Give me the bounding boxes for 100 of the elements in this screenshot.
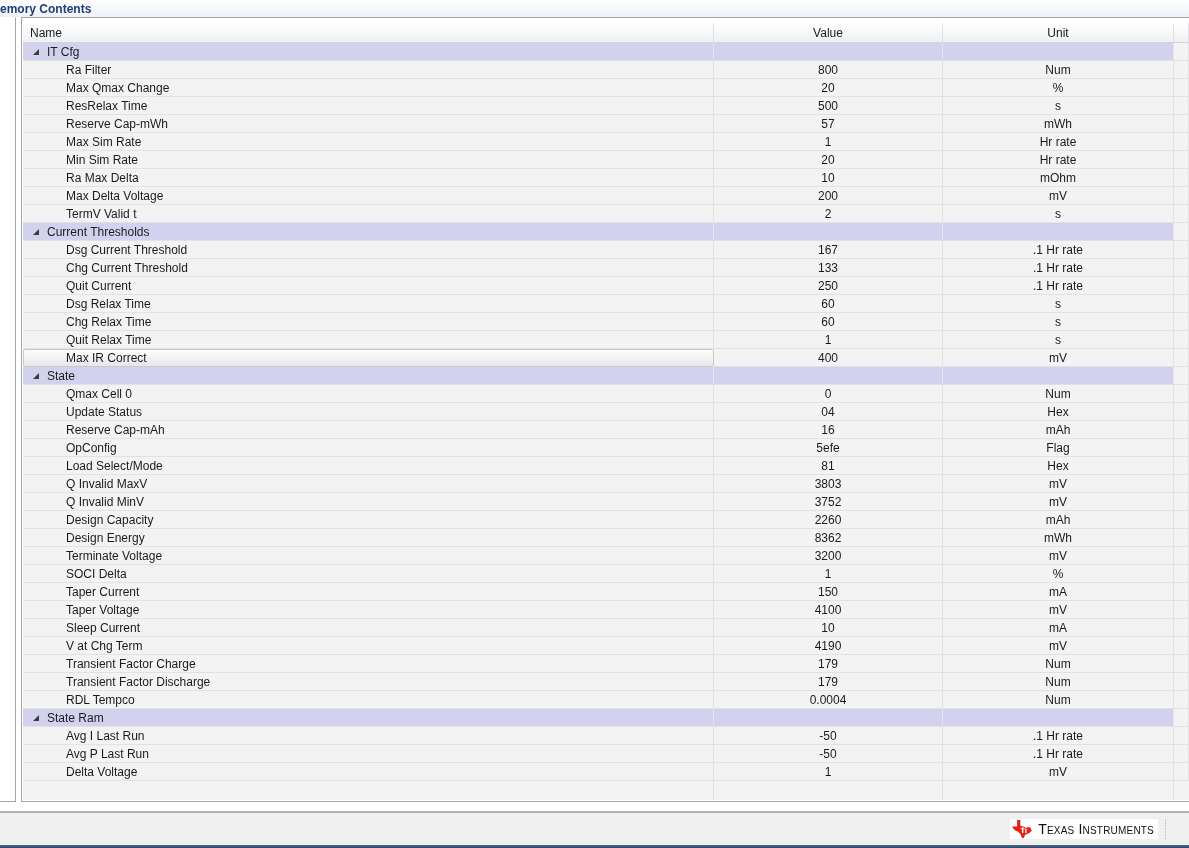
expand-triangle-icon[interactable]: [33, 228, 39, 235]
value-cell[interactable]: 1: [714, 763, 943, 781]
parameter-name-cell[interactable]: Taper Current: [23, 583, 714, 601]
parameter-name-cell[interactable]: ResRelax Time: [23, 97, 714, 115]
value-cell[interactable]: 5efe: [714, 439, 943, 457]
parameter-name-cell[interactable]: Min Sim Rate: [23, 151, 714, 169]
value-cell[interactable]: 133: [714, 259, 943, 277]
value-cell[interactable]: 8362: [714, 529, 943, 547]
column-header[interactable]: Unit: [943, 23, 1174, 42]
value-cell[interactable]: 3752: [714, 493, 943, 511]
value-cell[interactable]: 57: [714, 115, 943, 133]
parameter-name-cell[interactable]: Avg P Last Run: [23, 745, 714, 763]
value-cell[interactable]: 200: [714, 187, 943, 205]
unit-cell: mAh: [943, 421, 1174, 439]
parameter-name-cell[interactable]: Update Status: [23, 403, 714, 421]
table-cell: [1174, 205, 1189, 223]
group-header-cell[interactable]: State Ram: [23, 709, 714, 727]
value-cell[interactable]: 60: [714, 295, 943, 313]
column-header[interactable]: Value: [714, 23, 943, 42]
table-cell: [1174, 349, 1189, 367]
group-label: IT Cfg: [47, 44, 80, 59]
value-cell[interactable]: 04: [714, 403, 943, 421]
parameter-name-cell[interactable]: OpConfig: [23, 439, 714, 457]
parameter-name-cell[interactable]: Chg Relax Time: [23, 313, 714, 331]
value-cell[interactable]: 20: [714, 151, 943, 169]
unit-cell: s: [943, 313, 1174, 331]
parameter-name-cell[interactable]: Taper Voltage: [23, 601, 714, 619]
parameter-name-cell[interactable]: Chg Current Threshold: [23, 259, 714, 277]
value-cell[interactable]: 16: [714, 421, 943, 439]
value-cell[interactable]: 10: [714, 169, 943, 187]
parameter-name-cell[interactable]: Design Energy: [23, 529, 714, 547]
parameter-name-cell[interactable]: Dsg Relax Time: [23, 295, 714, 313]
table-cell: [1174, 367, 1189, 385]
value-cell[interactable]: 4190: [714, 637, 943, 655]
value-cell[interactable]: 1: [714, 565, 943, 583]
parameter-name-cell[interactable]: Delta Voltage: [23, 763, 714, 781]
unit-cell: .1 Hr rate: [943, 241, 1174, 259]
value-cell[interactable]: 20: [714, 79, 943, 97]
unit-cell: .1 Hr rate: [943, 277, 1174, 295]
unit-cell: Hex: [943, 457, 1174, 475]
expand-triangle-icon[interactable]: [33, 714, 39, 721]
value-cell[interactable]: 60: [714, 313, 943, 331]
group-header-cell[interactable]: State: [23, 367, 714, 385]
column-header[interactable]: Name: [23, 23, 714, 42]
parameter-name-cell[interactable]: Qmax Cell 0: [23, 385, 714, 403]
unit-cell: s: [943, 97, 1174, 115]
value-cell[interactable]: 4100: [714, 601, 943, 619]
unit-cell: mAh: [943, 511, 1174, 529]
parameter-name-cell[interactable]: V at Chg Term: [23, 637, 714, 655]
expand-triangle-icon[interactable]: [33, 48, 39, 55]
parameter-name-cell[interactable]: Reserve Cap-mWh: [23, 115, 714, 133]
group-header-cell[interactable]: Current Thresholds: [23, 223, 714, 241]
parameter-name-cell[interactable]: Max Sim Rate: [23, 133, 714, 151]
parameter-name-cell[interactable]: Ra Max Delta: [23, 169, 714, 187]
value-cell[interactable]: 10: [714, 619, 943, 637]
value-cell[interactable]: -50: [714, 745, 943, 763]
parameter-name-cell[interactable]: SOCI Delta: [23, 565, 714, 583]
parameter-name-cell[interactable]: Max IR Correct: [23, 349, 714, 367]
parameter-name-cell[interactable]: Terminate Voltage: [23, 547, 714, 565]
value-cell[interactable]: 179: [714, 673, 943, 691]
parameter-name-cell[interactable]: Load Select/Mode: [23, 457, 714, 475]
value-cell[interactable]: 2260: [714, 511, 943, 529]
group-header-cell[interactable]: IT Cfg: [23, 43, 714, 61]
value-cell[interactable]: 167: [714, 241, 943, 259]
parameter-name-cell[interactable]: Sleep Current: [23, 619, 714, 637]
unit-cell: .1 Hr rate: [943, 745, 1174, 763]
table-cell: [1174, 709, 1189, 727]
unit-cell: mV: [943, 187, 1174, 205]
unit-cell: mV: [943, 763, 1174, 781]
value-cell[interactable]: 1: [714, 331, 943, 349]
value-cell[interactable]: 81: [714, 457, 943, 475]
unit-cell: mWh: [943, 529, 1174, 547]
unit-cell: %: [943, 565, 1174, 583]
value-cell[interactable]: 250: [714, 277, 943, 295]
parameter-name-cell[interactable]: Avg I Last Run: [23, 727, 714, 745]
value-cell[interactable]: -50: [714, 727, 943, 745]
parameter-name-cell[interactable]: Reserve Cap-mAh: [23, 421, 714, 439]
value-cell[interactable]: 3803: [714, 475, 943, 493]
value-cell[interactable]: 800: [714, 61, 943, 79]
parameter-name-cell[interactable]: Transient Factor Discharge: [23, 673, 714, 691]
parameter-name-cell[interactable]: Ra Filter: [23, 61, 714, 79]
expand-triangle-icon[interactable]: [33, 372, 39, 379]
value-cell[interactable]: 179: [714, 655, 943, 673]
parameter-name-cell[interactable]: Transient Factor Charge: [23, 655, 714, 673]
parameter-name-cell[interactable]: Q Invalid MaxV: [23, 475, 714, 493]
unit-cell: Num: [943, 673, 1174, 691]
parameter-name-cell[interactable]: Design Capacity: [23, 511, 714, 529]
value-cell[interactable]: 150: [714, 583, 943, 601]
parameter-name-cell[interactable]: Quit Current: [23, 277, 714, 295]
panel-title: emory Contents: [0, 1, 92, 16]
value-cell[interactable]: 3200: [714, 547, 943, 565]
unit-cell: Hr rate: [943, 151, 1174, 169]
value-cell[interactable]: 0: [714, 385, 943, 403]
parameter-name-cell[interactable]: Max Delta Voltage: [23, 187, 714, 205]
parameter-name-cell[interactable]: Max Qmax Change: [23, 79, 714, 97]
grip-icon[interactable]: [1164, 819, 1167, 839]
parameter-name-cell[interactable]: Q Invalid MinV: [23, 493, 714, 511]
value-cell[interactable]: 500: [714, 97, 943, 115]
parameter-name-cell[interactable]: Dsg Current Threshold: [23, 241, 714, 259]
value-cell[interactable]: 1: [714, 133, 943, 151]
